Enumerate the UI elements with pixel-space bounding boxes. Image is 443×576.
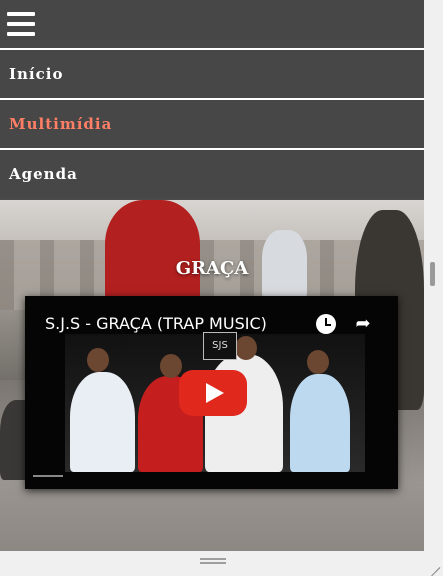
nav-item-multimidia[interactable]: Multimídia bbox=[0, 98, 424, 148]
nav-item-agenda[interactable]: Agenda bbox=[0, 148, 424, 198]
thumbnail-head bbox=[87, 348, 109, 372]
hamburger-menu-icon[interactable] bbox=[7, 12, 35, 36]
top-bar bbox=[0, 0, 424, 48]
hero-section: GRAÇA S.J.S - GRAÇA (TRAP MUSIC) ➦ SJS bbox=[0, 200, 424, 551]
watch-later-icon[interactable] bbox=[316, 314, 336, 334]
nav-item-inicio[interactable]: Início bbox=[0, 48, 424, 98]
video-title[interactable]: S.J.S - GRAÇA (TRAP MUSIC) bbox=[45, 314, 267, 333]
section-title: GRAÇA bbox=[175, 258, 249, 279]
main-nav: Início Multimídia Agenda bbox=[0, 48, 424, 198]
resize-grip-icon[interactable] bbox=[428, 556, 441, 576]
hero-person-red bbox=[105, 200, 200, 310]
scrollbar-thumb[interactable] bbox=[430, 262, 435, 286]
thumbnail-head bbox=[235, 336, 257, 360]
thumbnail-person bbox=[70, 372, 135, 472]
channel-logo: SJS bbox=[203, 332, 237, 360]
video-progress-bar bbox=[33, 475, 63, 477]
play-icon[interactable] bbox=[179, 370, 247, 416]
video-player[interactable]: S.J.S - GRAÇA (TRAP MUSIC) ➦ SJS bbox=[25, 296, 398, 489]
thumbnail-head bbox=[160, 354, 182, 378]
thumbnail-person bbox=[290, 374, 350, 472]
thumbnail-head bbox=[307, 350, 329, 374]
share-icon[interactable]: ➦ bbox=[352, 313, 374, 335]
page-viewport: Início Multimídia Agenda GRAÇA S.J.S - G… bbox=[0, 0, 424, 551]
drag-handle-icon[interactable] bbox=[200, 558, 226, 564]
